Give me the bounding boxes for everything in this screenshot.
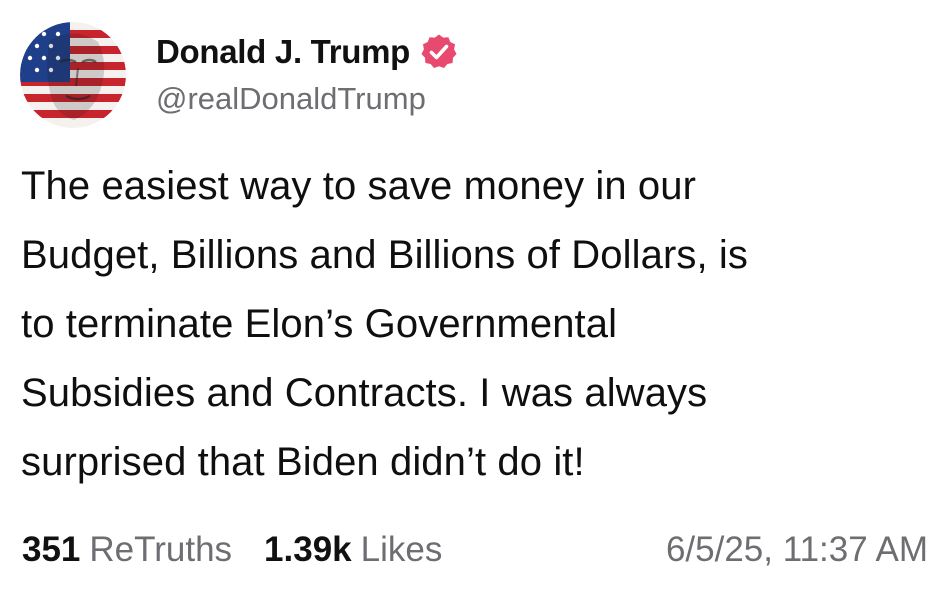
post-text-line: Subsidies and Contracts. I was always [21,371,708,415]
display-name[interactable]: Donald J. Trump [156,28,410,76]
likes-label: Likes [360,530,443,569]
flag-portrait-icon [20,22,126,128]
avatar[interactable] [20,22,126,128]
likes-count: 1.39k [264,530,352,569]
post-text-line: The easiest way to save money in our [21,164,697,208]
post-text-line: to terminate Elon’s Governmental [21,302,618,346]
retruths-stat[interactable]: 351 ReTruths [22,530,232,570]
verified-badge-icon [420,33,458,71]
likes-stat[interactable]: 1.39k Likes [264,530,442,570]
post-text-line: Budget, Billions and Billions of Dollars… [21,233,748,277]
post-card: Donald J. Trump @realDonaldTrump The eas… [0,0,950,594]
handle[interactable]: @realDonaldTrump [156,79,458,119]
author-info: Donald J. Trump @realDonaldTrump [156,28,458,119]
post-text-line: surprised that Biden didn’t do it! [21,440,585,484]
post-stats: 351 ReTruths 1.39k Likes 6/5/25, 11:37 A… [22,524,928,576]
post-timestamp[interactable]: 6/5/25, 11:37 AM [666,530,928,570]
post-text: The easiest way to save money in our Bud… [21,152,931,497]
retruths-count: 351 [22,530,81,569]
retruths-label: ReTruths [89,530,233,569]
name-row: Donald J. Trump [156,28,458,76]
